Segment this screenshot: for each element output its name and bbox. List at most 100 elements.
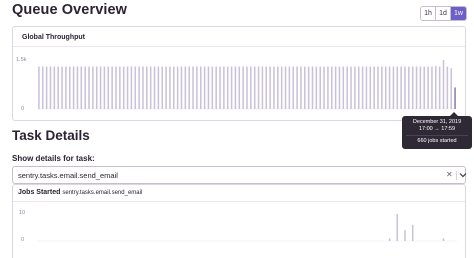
chart-bar[interactable] <box>265 66 268 109</box>
chart-bar[interactable] <box>408 66 410 109</box>
throughput-chart[interactable] <box>13 27 467 122</box>
chart-bar[interactable] <box>354 66 356 109</box>
chart-bar[interactable] <box>415 66 418 109</box>
chart-bar[interactable] <box>384 66 387 109</box>
chart-bar[interactable] <box>438 66 441 109</box>
chart-bar[interactable] <box>284 66 287 109</box>
chart-bar[interactable] <box>134 66 137 109</box>
chart-bar[interactable] <box>350 66 352 109</box>
chart-bar[interactable] <box>88 66 90 109</box>
chart-bar[interactable] <box>126 66 129 109</box>
chart-bar[interactable] <box>223 66 225 109</box>
chart-bar[interactable] <box>184 66 187 109</box>
chart-bar[interactable] <box>404 66 406 109</box>
range-button-1d[interactable]: 1d <box>436 7 451 20</box>
chart-bar[interactable] <box>49 66 52 109</box>
chart-bar[interactable] <box>161 66 163 109</box>
chart-bar[interactable] <box>327 66 329 109</box>
chart-bar[interactable] <box>427 66 429 109</box>
chart-bar[interactable] <box>130 66 133 109</box>
chart-bar[interactable] <box>53 66 56 109</box>
chart-bar[interactable] <box>146 66 148 109</box>
range-button-1w[interactable]: 1w <box>451 7 466 20</box>
chart-bar[interactable] <box>153 66 156 109</box>
chart-bar[interactable] <box>99 66 102 109</box>
chart-bar[interactable] <box>257 66 260 109</box>
chart-bar[interactable] <box>192 66 194 109</box>
chart-bar[interactable] <box>169 66 171 109</box>
chart-bar[interactable] <box>234 66 237 109</box>
chart-bar[interactable] <box>203 66 206 109</box>
chart-bar[interactable] <box>288 66 291 109</box>
chart-bar[interactable] <box>388 238 391 241</box>
chart-bar[interactable] <box>215 66 217 109</box>
chart-bar[interactable] <box>142 66 144 109</box>
chart-bar[interactable] <box>219 66 221 109</box>
chart-bar[interactable] <box>342 66 345 109</box>
chart-bar[interactable] <box>381 66 383 109</box>
chart-bar[interactable] <box>65 66 67 109</box>
close-icon[interactable]: ✕ <box>446 170 453 179</box>
task-select[interactable]: sentry.tasks.email.send_email ✕ <box>12 166 467 184</box>
chart-bar[interactable] <box>369 66 372 109</box>
chart-bar[interactable] <box>76 66 79 109</box>
chart-bar[interactable] <box>300 66 302 109</box>
chart-bar[interactable] <box>173 66 175 109</box>
chart-bar[interactable] <box>450 68 452 109</box>
chart-bar[interactable] <box>92 66 94 109</box>
chart-bar[interactable] <box>246 66 248 109</box>
chart-bar[interactable] <box>242 66 244 109</box>
chart-bar[interactable] <box>103 66 106 109</box>
chart-bar[interactable] <box>442 238 445 241</box>
chart-bar[interactable] <box>45 66 48 109</box>
chart-bar[interactable] <box>388 66 391 109</box>
chart-bar[interactable] <box>157 66 160 109</box>
chart-bar[interactable] <box>38 66 40 109</box>
chart-bar[interactable] <box>411 66 414 109</box>
chart-bar[interactable] <box>269 66 271 109</box>
chart-bar[interactable] <box>411 224 414 241</box>
chart-bar[interactable] <box>211 66 214 109</box>
chart-bar[interactable] <box>361 66 364 109</box>
chart-bar[interactable] <box>84 66 86 109</box>
chart-bar[interactable] <box>431 66 433 109</box>
chart-bar[interactable] <box>311 66 314 109</box>
chart-bar[interactable] <box>188 66 190 109</box>
chart-bar[interactable] <box>180 66 183 109</box>
chart-bar[interactable] <box>115 66 117 109</box>
chart-bar[interactable] <box>149 66 152 109</box>
chart-bar[interactable] <box>377 66 379 109</box>
chart-bar[interactable] <box>357 66 360 109</box>
chart-bar[interactable] <box>373 66 375 109</box>
chart-bar[interactable] <box>454 87 456 109</box>
chart-bar[interactable] <box>319 66 321 109</box>
chart-bar[interactable] <box>435 66 437 109</box>
chart-bar[interactable] <box>338 66 341 109</box>
chart-bar[interactable] <box>365 66 368 109</box>
chart-bar[interactable] <box>419 66 422 109</box>
chart-bar[interactable] <box>396 66 399 109</box>
chart-bar[interactable] <box>334 66 337 109</box>
chart-bar[interactable] <box>280 66 283 109</box>
chart-bar[interactable] <box>296 66 298 109</box>
chart-bar[interactable] <box>80 66 83 109</box>
chart-bar[interactable] <box>446 66 449 109</box>
chart-bar[interactable] <box>199 66 202 109</box>
chart-bar[interactable] <box>315 66 318 109</box>
chart-bar[interactable] <box>238 66 241 109</box>
chart-bar[interactable] <box>226 66 229 109</box>
chart-bar[interactable] <box>442 60 445 109</box>
chart-bar[interactable] <box>423 66 426 109</box>
chart-bar[interactable] <box>392 66 395 109</box>
chart-bar[interactable] <box>42 66 44 109</box>
chart-bar[interactable] <box>396 214 399 241</box>
chart-bar[interactable] <box>273 66 275 109</box>
chart-bar[interactable] <box>277 66 279 109</box>
chart-bar[interactable] <box>122 66 125 109</box>
chart-bar[interactable] <box>292 66 295 109</box>
chart-bar[interactable] <box>61 66 63 109</box>
chart-bar[interactable] <box>230 66 233 109</box>
chart-bar[interactable] <box>57 66 59 109</box>
chart-bar[interactable] <box>307 66 310 109</box>
chart-bar[interactable] <box>400 66 402 109</box>
